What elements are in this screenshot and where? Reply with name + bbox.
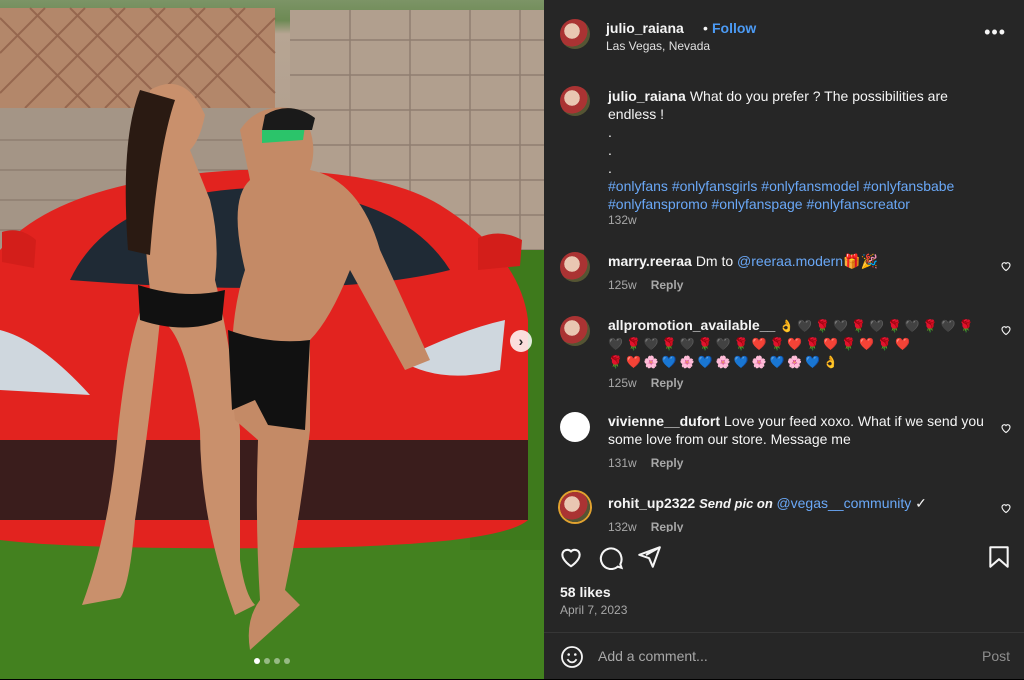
bookmark-icon[interactable]	[986, 544, 1012, 570]
more-options-icon[interactable]: •••	[984, 22, 1006, 43]
post-comment-button[interactable]: Post	[982, 648, 1010, 664]
post-location[interactable]: Las Vegas, Nevada	[606, 39, 710, 53]
post-date: April 7, 2023	[560, 603, 628, 617]
carousel-dot	[254, 658, 260, 664]
comment-body-line: 🌹❤️🌸💙🌸💙🌸💙🌸💙🌸💙👌	[608, 355, 842, 369]
post-image[interactable]: ›	[0, 0, 544, 679]
caption-time: 132w	[608, 213, 637, 227]
comment-time: 125w	[608, 376, 637, 390]
comment-username[interactable]: allpromotion_available__	[608, 317, 775, 333]
comment-like-heart-icon[interactable]	[1000, 422, 1012, 434]
comment-time: 125w	[608, 278, 637, 292]
comment-text: marry.reeraa Dm to @reeraa.modern🎁🎉	[608, 252, 984, 270]
comment-body: Send pic on	[699, 496, 777, 511]
caption-item: julio_raiana What do you prefer ? The pos…	[544, 70, 1024, 238]
likes-count[interactable]: 58 likes	[560, 584, 611, 600]
comment-icon[interactable]	[598, 544, 624, 570]
comment-item: rohit_up2322 Send pic on @vegas__communit…	[544, 480, 1024, 532]
post-photo-illustration	[0, 7, 544, 679]
comment-item: allpromotion_available__ 👌🖤🌹🖤🌹🖤🌹🖤🌹🖤🌹 🖤🌹🖤🌹…	[544, 302, 1024, 400]
comment-meta: 125w Reply	[608, 278, 683, 292]
reply-button[interactable]: Reply	[651, 376, 684, 390]
author-username[interactable]: julio_raiana	[606, 20, 684, 36]
caption-username[interactable]: julio_raiana	[608, 88, 686, 104]
comment-username[interactable]: rohit_up2322	[608, 495, 695, 511]
comment-like-heart-icon[interactable]	[1000, 324, 1012, 336]
carousel-dot	[264, 658, 270, 664]
comment-text: allpromotion_available__ 👌🖤🌹🖤🌹🖤🌹🖤🌹🖤🌹 🖤🌹🖤🌹…	[608, 316, 984, 371]
caption-hashtags[interactable]: #onlyfanspromo #onlyfanspage #onlyfanscr…	[608, 195, 984, 213]
post-panel: julio_raiana • Follow Las Vegas, Nevada …	[544, 0, 1024, 679]
action-bar	[544, 532, 1024, 581]
add-comment-bar: Add a comment... Post	[544, 632, 1024, 680]
next-image-button[interactable]: ›	[510, 330, 532, 352]
caption-dot: .	[608, 124, 612, 140]
send-icon[interactable]	[636, 544, 662, 570]
heart-icon[interactable]	[558, 544, 584, 570]
comment-body-line: 🖤🌹🖤🌹🖤🌹🖤🌹❤️🌹❤️🌹❤️🌹❤️🌹❤️	[608, 337, 914, 351]
comment-suffix: ✓	[911, 495, 927, 511]
caption-text: julio_raiana What do you prefer ? The pos…	[608, 87, 984, 213]
carousel-dot	[274, 658, 280, 664]
header-separator: •	[703, 20, 708, 36]
comment-like-heart-icon[interactable]	[1000, 502, 1012, 514]
comments-list[interactable]: julio_raiana What do you prefer ? The pos…	[544, 70, 1024, 532]
reply-button[interactable]: Reply	[651, 520, 684, 532]
comment-username[interactable]: vivienne__dufort	[608, 413, 720, 429]
caption-dot: .	[608, 160, 612, 176]
comment-avatar[interactable]	[560, 492, 590, 522]
comment-mention[interactable]: @vegas__community	[776, 495, 911, 511]
caption-hashtags[interactable]: #onlyfans #onlyfansgirls #onlyfansmodel …	[608, 177, 984, 195]
comment-item: marry.reeraa Dm to @reeraa.modern🎁🎉 125w R…	[544, 238, 1024, 302]
carousel-dots	[0, 658, 544, 664]
comment-text: rohit_up2322 Send pic on @vegas__communit…	[608, 494, 984, 513]
comment-time: 132w	[608, 520, 637, 532]
caption-avatar[interactable]	[560, 86, 590, 116]
comment-meta: 131w Reply	[608, 456, 683, 470]
author-avatar[interactable]	[560, 19, 590, 49]
reply-button[interactable]: Reply	[651, 456, 684, 470]
caption-dot: .	[608, 142, 612, 158]
smiley-icon[interactable]	[560, 645, 584, 669]
comment-body: 👌🖤🌹🖤🌹🖤🌹🖤🌹🖤🌹	[779, 319, 977, 333]
post-modal: › julio_raiana • Follow Las Vegas, Nevad…	[0, 0, 1024, 679]
comment-avatar[interactable]	[560, 412, 590, 442]
add-comment-input[interactable]: Add a comment...	[598, 648, 958, 664]
comment-avatar[interactable]	[560, 252, 590, 282]
reply-button[interactable]: Reply	[651, 278, 684, 292]
comment-username[interactable]: marry.reeraa	[608, 253, 692, 269]
carousel-dot	[284, 658, 290, 664]
follow-button[interactable]: Follow	[712, 20, 756, 36]
comment-avatar[interactable]	[560, 316, 590, 346]
comment-body: Dm to	[695, 253, 738, 269]
comment-item: vivienne__dufort Love your feed xoxo. Wha…	[544, 400, 1024, 480]
comment-mention[interactable]: @reeraa.modern	[737, 253, 843, 269]
post-header: julio_raiana • Follow Las Vegas, Nevada …	[544, 0, 1024, 70]
comment-meta: 132w Reply	[608, 520, 683, 532]
comment-like-heart-icon[interactable]	[1000, 260, 1012, 272]
comment-meta: 125w Reply	[608, 376, 683, 390]
comment-time: 131w	[608, 456, 637, 470]
comment-emoji: 🎁🎉	[843, 253, 878, 269]
comment-text: vivienne__dufort Love your feed xoxo. Wha…	[608, 412, 984, 448]
